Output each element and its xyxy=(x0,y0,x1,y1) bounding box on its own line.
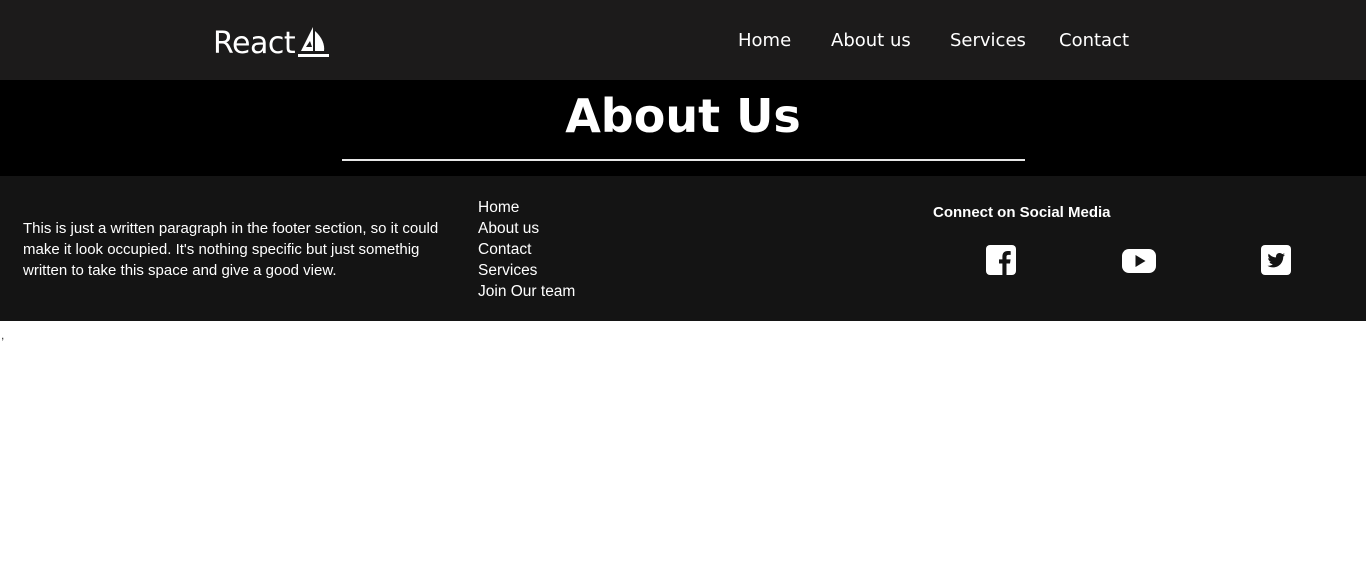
stray-text: , xyxy=(1,328,5,342)
social-heading: Connect on Social Media xyxy=(933,204,1111,221)
nav-contact-link[interactable]: Contact xyxy=(1059,28,1129,54)
page-title: About Us xyxy=(565,89,801,143)
footer-link-home[interactable]: Home xyxy=(478,197,575,218)
footer-link-join-team[interactable]: Join Our team xyxy=(478,281,575,302)
title-divider xyxy=(342,159,1025,161)
footer-links: Home About us Contact Services Join Our … xyxy=(478,197,575,302)
footer-link-contact[interactable]: Contact xyxy=(478,239,575,260)
footer-link-services[interactable]: Services xyxy=(478,260,575,281)
footer-paragraph: This is just a written paragraph in the … xyxy=(23,220,439,279)
nav-about-link[interactable]: About us xyxy=(831,28,911,54)
navbar: React Home About us Services Contact xyxy=(0,0,1366,80)
footer-link-about[interactable]: About us xyxy=(478,218,575,239)
facebook-icon[interactable] xyxy=(985,244,1017,276)
twitter-icon[interactable] xyxy=(1260,244,1292,276)
youtube-icon[interactable] xyxy=(1121,245,1157,277)
footer: This is just a written paragraph in the … xyxy=(0,176,1366,321)
nav-home-link[interactable]: Home xyxy=(738,28,791,54)
hero-banner: About Us xyxy=(0,80,1366,176)
nav-services-link[interactable]: Services xyxy=(950,28,1026,54)
main-nav: Home About us Services Contact xyxy=(0,28,1366,54)
